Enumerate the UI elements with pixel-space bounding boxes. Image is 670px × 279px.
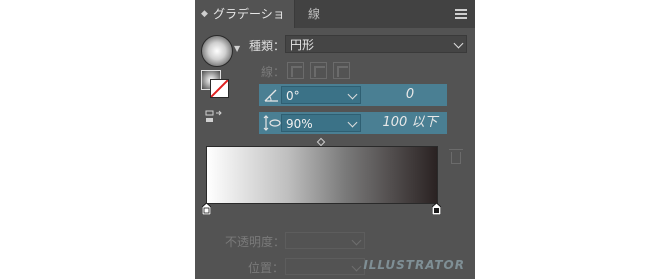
reverse-gradient-icon[interactable] <box>205 110 223 124</box>
aspect-value: 90% <box>286 117 313 131</box>
swatch-dropdown-icon[interactable]: ▼ <box>234 44 240 53</box>
location-label: 位置： <box>248 261 285 275</box>
stroke-label: 線： <box>261 65 286 79</box>
aspect-select[interactable]: 90% <box>281 114 361 132</box>
tab-gradient[interactable]: ◆ グラデーション <box>195 0 294 49</box>
watermark-text: ILLUSTRATOR <box>363 258 465 272</box>
gradient-swatch-icon[interactable] <box>201 35 233 67</box>
opacity-select[interactable] <box>285 232 365 249</box>
stroke-along-button[interactable] <box>310 62 327 79</box>
gradient-panel: ◆ グラデーション 線 ▼ 種類： 円形 線： 0° 0 90% <box>195 0 475 279</box>
aspect-ratio-icon <box>263 115 281 131</box>
gradient-type-value: 円形 <box>290 38 315 52</box>
location-select[interactable] <box>285 258 365 275</box>
type-label: 種類： <box>249 39 286 53</box>
gradient-type-select[interactable]: 円形 <box>285 35 467 53</box>
tab-bar: ◆ グラデーション 線 <box>195 0 475 49</box>
trash-icon[interactable] <box>449 149 463 164</box>
fill-stroke-icon[interactable] <box>201 70 229 98</box>
stroke-within-button[interactable] <box>287 62 304 79</box>
chevron-down-icon <box>453 38 464 49</box>
angle-select[interactable]: 0° <box>281 86 361 104</box>
stroke-across-button[interactable] <box>333 62 350 79</box>
chevron-down-icon <box>351 235 362 246</box>
aspect-right-value: 100 以下 <box>382 115 438 130</box>
gradient-stop-left[interactable] <box>202 203 211 215</box>
gradient-stop-right[interactable] <box>432 203 441 215</box>
chevron-down-icon <box>347 89 358 100</box>
chevron-down-icon <box>351 261 362 272</box>
gradient-slider[interactable] <box>206 146 438 204</box>
collapse-arrows-icon[interactable]: ◆ <box>201 0 208 28</box>
chevron-down-icon <box>347 117 358 128</box>
midpoint-handle[interactable] <box>316 137 326 147</box>
opacity-label: 不透明度： <box>225 235 286 249</box>
tab-stroke[interactable]: 線 <box>294 0 333 28</box>
stroke-swatch[interactable] <box>210 79 229 98</box>
angle-icon <box>264 89 278 102</box>
angle-value: 0° <box>286 89 300 103</box>
panel-menu-icon[interactable] <box>455 9 467 19</box>
angle-right-value: 0 <box>405 87 415 102</box>
